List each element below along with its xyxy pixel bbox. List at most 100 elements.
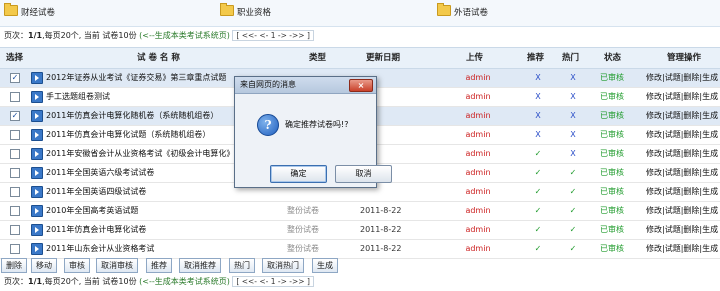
paper-uploader: admin (465, 244, 491, 253)
paper-title[interactable]: 2010年全国高考英语试题 (46, 202, 266, 220)
row-checkbox[interactable] (10, 187, 20, 197)
approve-button[interactable]: 审核 (64, 258, 90, 273)
hot-flag[interactable]: ✓ (563, 164, 583, 182)
paper-uploader: admin (465, 206, 491, 215)
header-date: 更新日期 (366, 53, 401, 63)
row-actions[interactable]: 修改|试题|删除|生成 (646, 145, 720, 163)
row-actions[interactable]: 修改|试题|删除|生成 (646, 221, 720, 239)
unrecommend-button[interactable]: 取消推荐 (179, 258, 221, 273)
hot-flag[interactable]: ✓ (563, 183, 583, 201)
hot-flag[interactable]: ✓ (563, 202, 583, 220)
paper-uploader: admin (465, 111, 491, 120)
row-checkbox[interactable] (10, 244, 20, 254)
row-actions[interactable]: 修改|试题|删除|生成 (646, 183, 720, 201)
hot-flag[interactable]: X (563, 126, 583, 144)
hot-flag[interactable]: X (563, 107, 583, 125)
recommend-flag[interactable]: ✓ (528, 183, 548, 201)
pager-top: 页次：1/1,每页20个, 当前 试卷10份 (<--生成本类考试系统页) [ … (0, 28, 314, 44)
header-select: 选择 (6, 53, 24, 63)
delete-button[interactable]: 删除 (1, 258, 27, 273)
status-badge: 已审核 (600, 149, 624, 158)
row-actions[interactable]: 修改|试题|删除|生成 (646, 202, 720, 220)
recommend-flag[interactable]: ✓ (528, 145, 548, 163)
hot-flag[interactable]: ✓ (563, 221, 583, 239)
header-manage: 管理操作 (667, 53, 702, 63)
paper-uploader: admin (465, 225, 491, 234)
recommend-flag[interactable]: ✓ (528, 164, 548, 182)
folder-icon (220, 3, 234, 16)
unapprove-button[interactable]: 取消审核 (96, 258, 138, 273)
page-nav[interactable]: [ <<- <- 1 -> ->> ] (232, 30, 314, 41)
paper-uploader: admin (465, 187, 491, 196)
paper-title[interactable]: 2012年证券从业考试《证券交易》第三章重点试题 (46, 69, 266, 87)
folder-icon (437, 3, 451, 16)
page-nav[interactable]: [ <<- <- 1 -> ->> ] (232, 276, 314, 287)
category-language[interactable]: 外语试卷 (437, 3, 488, 21)
table-row[interactable]: 2010年全国高考英语试题 整份试卷 2011-8-22 admin ✓ ✓ 已审核 修改|试… (0, 202, 720, 221)
row-actions[interactable]: 修改|试题|删除|生成 (646, 164, 720, 182)
row-checkbox[interactable]: ✓ (10, 111, 20, 121)
table-row[interactable]: 2011年山东会计从业资格考试 整份试卷 2011-8-22 admin ✓ ✓ 已审核 修改… (0, 240, 720, 259)
hot-button[interactable]: 热门 (229, 258, 255, 273)
generate-link[interactable]: (<--生成本类考试系统页) (139, 277, 230, 286)
row-checkbox[interactable] (10, 168, 20, 178)
row-checkbox[interactable] (10, 206, 20, 216)
generate-button[interactable]: 生成 (312, 258, 338, 273)
category-finance[interactable]: 财经试卷 (4, 3, 56, 21)
status-badge: 已审核 (600, 225, 624, 234)
paper-title[interactable]: 2011年仿真会计电算化试卷 (46, 221, 266, 239)
hot-flag[interactable]: ✓ (563, 240, 583, 258)
close-icon[interactable]: × (349, 79, 373, 92)
row-actions[interactable]: 修改|试题|删除|生成 (646, 240, 720, 258)
paper-title[interactable]: 2011年全国英语六级考试试卷 (46, 164, 266, 182)
hot-flag[interactable]: X (563, 69, 583, 87)
paper-date: 2011-8-22 (360, 225, 402, 234)
paper-date: 2011-8-22 (360, 244, 402, 253)
generate-link[interactable]: (<--生成本类考试系统页) (139, 31, 230, 40)
row-checkbox[interactable] (10, 225, 20, 235)
unhot-button[interactable]: 取消热门 (262, 258, 304, 273)
ok-button[interactable]: 确定 (270, 165, 327, 183)
category-professional[interactable]: 职业资格 (220, 3, 271, 21)
hot-flag[interactable]: X (563, 88, 583, 106)
paper-title[interactable]: 2011年仿真会计电算化试题（系统随机组卷） (46, 126, 266, 144)
paper-title[interactable]: 2011年仿真会计电算化随机卷（系统随机组卷） (46, 107, 266, 125)
dialog-titlebar[interactable]: 来自网页的消息 × (235, 77, 376, 94)
status-badge: 已审核 (600, 130, 624, 139)
row-actions[interactable]: 修改|试题|删除|生成 (646, 126, 720, 144)
status-badge: 已审核 (600, 111, 624, 120)
dialog-title: 来自网页的消息 (240, 80, 296, 89)
recommend-flag[interactable]: X (528, 126, 548, 144)
recommend-flag[interactable]: X (528, 107, 548, 125)
cancel-button[interactable]: 取消 (335, 165, 392, 183)
paper-icon (31, 167, 43, 179)
header-type: 类型 (309, 53, 327, 63)
paper-title[interactable]: 手工选题组卷测试 (46, 88, 266, 106)
page-count: 1/1 (28, 31, 43, 40)
recommend-button[interactable]: 推荐 (146, 258, 172, 273)
paper-icon (31, 72, 43, 84)
recommend-flag[interactable]: X (528, 88, 548, 106)
recommend-flag[interactable]: X (528, 69, 548, 87)
row-actions[interactable]: 修改|试题|删除|生成 (646, 69, 720, 87)
move-button[interactable]: 移动 (31, 258, 57, 273)
category-bar: 财经试卷 职业资格 外语试卷 (0, 0, 720, 27)
row-checkbox[interactable]: ✓ (10, 73, 20, 83)
row-actions[interactable]: 修改|试题|删除|生成 (646, 107, 720, 125)
paper-uploader: admin (465, 168, 491, 177)
recommend-flag[interactable]: ✓ (528, 240, 548, 258)
recommend-flag[interactable]: ✓ (528, 202, 548, 220)
table-row[interactable]: 2011年仿真会计电算化试卷 整份试卷 2011-8-22 admin ✓ ✓ 已审核 修改|… (0, 221, 720, 240)
paper-title[interactable]: 2011年山东会计从业资格考试 (46, 240, 266, 258)
category-label: 财经试卷 (21, 8, 56, 18)
recommend-flag[interactable]: ✓ (528, 221, 548, 239)
row-checkbox[interactable] (10, 92, 20, 102)
hot-flag[interactable]: X (563, 145, 583, 163)
status-badge: 已审核 (600, 168, 624, 177)
row-checkbox[interactable] (10, 149, 20, 159)
paper-title[interactable]: 2011年全国英语四级试试卷 (46, 183, 266, 201)
row-actions[interactable]: 修改|试题|删除|生成 (646, 88, 720, 106)
paper-title[interactable]: 2011年安徽省会计从业资格考试《初级会计电算化》 (46, 145, 266, 163)
status-badge: 已审核 (600, 206, 624, 215)
row-checkbox[interactable] (10, 130, 20, 140)
